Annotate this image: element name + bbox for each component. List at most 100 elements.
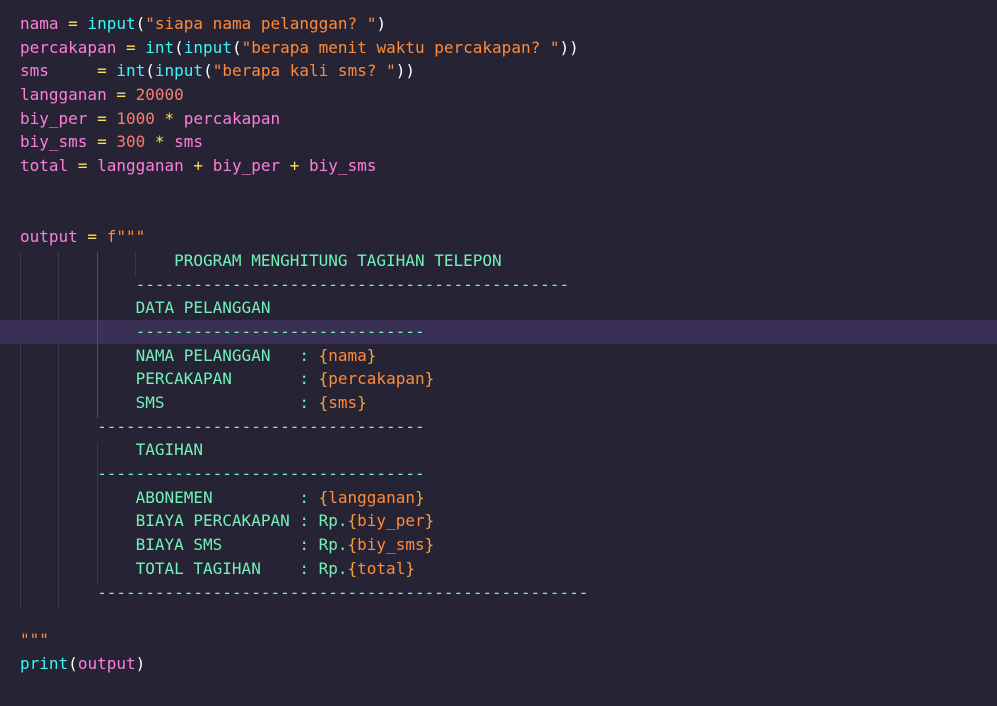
- token-brace: }: [357, 393, 367, 412]
- token-fstring-text: PROGRAM MENGHITUNG TAGIHAN TELEPON: [20, 250, 502, 270]
- code-line-5[interactable]: biy_per = 1000 * percakapan: [20, 107, 588, 131]
- code-line-23[interactable]: BIAYA SMS : Rp.{biy_sms}: [20, 533, 588, 557]
- token-operator: =: [87, 108, 117, 128]
- indent-guide: [135, 252, 136, 276]
- code-line-11[interactable]: PROGRAM MENGHITUNG TAGIHAN TELEPON: [20, 249, 588, 273]
- token-paren: ): [135, 653, 146, 673]
- token-number: 300: [116, 132, 146, 152]
- token-operator: *: [145, 132, 175, 152]
- token-interpolation: sms: [328, 393, 358, 412]
- token-fstring-text: NAMA PELANGGAN :: [20, 345, 319, 365]
- token-variable: nama: [20, 14, 59, 33]
- token-interpolation: biy_per: [357, 511, 425, 531]
- token-string: "berapa menit waktu percakapan? ": [241, 37, 560, 57]
- token-brace: {: [347, 535, 358, 555]
- token-brace: {: [318, 345, 329, 365]
- token-number: 1000: [116, 108, 155, 128]
- token-operator: =: [58, 14, 88, 33]
- code-line-20[interactable]: ----------------------------------: [20, 462, 588, 486]
- token-variable: output: [20, 227, 78, 247]
- code-line-14-current[interactable]: ------------------------------: [0, 319, 997, 344]
- code-line-9[interactable]: [20, 202, 588, 226]
- code-line-22[interactable]: BIAYA PERCAKAPAN : Rp.{biy_per}: [20, 509, 588, 533]
- token-paren: (: [68, 653, 78, 673]
- token-paren: )): [559, 37, 579, 57]
- code-line-13[interactable]: DATA PELANGGAN: [20, 296, 588, 320]
- code-line-3[interactable]: sms = int(input("berapa kali sms? ")): [20, 59, 588, 83]
- token-variable: sms: [20, 61, 49, 81]
- token-brace: }: [405, 558, 415, 578]
- token-paren: (: [174, 37, 184, 57]
- token-function: input: [154, 61, 204, 81]
- code-line-6[interactable]: biy_sms = 300 * sms: [20, 130, 588, 154]
- token-variable: percakapan: [183, 108, 281, 128]
- code-line-25[interactable]: ----------------------------------------…: [20, 581, 588, 605]
- token-fstring-text: ----------------------------------: [20, 416, 425, 436]
- code-line-17[interactable]: SMS : {sms}: [20, 391, 588, 415]
- token-variable: biy_per: [20, 108, 88, 128]
- code-line-19[interactable]: TAGIHAN: [20, 438, 588, 462]
- token-function: input: [183, 37, 232, 57]
- token-variable: biy_sms: [20, 132, 88, 152]
- token-function: int: [116, 61, 146, 81]
- token-interpolation: langganan: [328, 487, 415, 507]
- code-line-8[interactable]: [20, 178, 588, 202]
- token-number: 20000: [135, 85, 184, 105]
- token-paren: )): [395, 61, 415, 81]
- token-paren: (: [231, 37, 242, 57]
- token-operator: +: [183, 156, 213, 176]
- indent-guide: [20, 252, 21, 608]
- token-variable: biy_per: [212, 156, 281, 176]
- code-line-16[interactable]: PERCAKAPAN : {percakapan}: [20, 367, 588, 391]
- token-variable: biy_sms: [309, 156, 377, 176]
- token-string: "berapa kali sms? ": [212, 61, 396, 81]
- code-line-15[interactable]: NAMA PELANGGAN : {nama}: [20, 344, 588, 368]
- token-fstring-close: """: [20, 629, 49, 649]
- code-line-27[interactable]: """: [20, 628, 588, 652]
- token-interpolation: total: [357, 558, 406, 578]
- code-line-24[interactable]: TOTAL TAGIHAN : Rp.{total}: [20, 557, 588, 581]
- code-line-7[interactable]: total = langganan + biy_per + biy_sms: [20, 154, 588, 178]
- code-line-12[interactable]: ----------------------------------------…: [20, 273, 588, 297]
- token-fstring-text: ABONEMEN :: [20, 487, 319, 507]
- token-interpolation: biy_sms: [357, 535, 425, 555]
- token-operator: =: [106, 85, 136, 105]
- token-fstring-text: PERCAKAPAN :: [20, 369, 319, 389]
- code-editor[interactable]: nama = input("siapa nama pelanggan? ") p…: [0, 0, 997, 706]
- code-line-21[interactable]: ABONEMEN : {langganan}: [20, 486, 588, 510]
- code-area[interactable]: nama = input("siapa nama pelanggan? ") p…: [0, 12, 997, 676]
- token-interpolation: percakapan: [328, 369, 425, 389]
- token-brace: {: [318, 487, 329, 507]
- token-operator: =: [77, 227, 107, 247]
- indent-guide: [58, 252, 59, 608]
- token-fstring-text: TOTAL TAGIHAN : Rp.: [20, 558, 348, 578]
- token-fstring-text: ----------------------------------------…: [20, 582, 589, 602]
- code-line-26[interactable]: [20, 604, 588, 628]
- token-fstring-text: ------------------------------: [20, 321, 425, 341]
- code-line-18[interactable]: ----------------------------------: [20, 415, 588, 439]
- token-string: "siapa nama pelanggan? ": [145, 14, 377, 33]
- token-paren: ): [376, 14, 387, 33]
- token-variable: langganan: [97, 156, 184, 176]
- code-line-28[interactable]: print(output): [20, 652, 588, 676]
- token-function: int: [145, 37, 175, 57]
- token-brace: {: [318, 369, 329, 389]
- token-interpolation: nama: [328, 345, 367, 365]
- token-fstring-text: ----------------------------------------…: [20, 274, 570, 294]
- code-line-10[interactable]: output = f""": [20, 225, 588, 249]
- token-operator: =: [68, 156, 98, 176]
- token-operator: +: [280, 156, 310, 176]
- token-brace: }: [366, 345, 377, 365]
- token-brace: {: [347, 558, 358, 578]
- code-line-4[interactable]: langganan = 20000: [20, 83, 588, 107]
- token-brace: }: [424, 369, 435, 389]
- token-paren: (: [203, 61, 213, 81]
- indent-guide-active: [97, 252, 98, 418]
- token-brace: }: [414, 487, 425, 507]
- token-variable: output: [77, 653, 136, 673]
- code-line-1[interactable]: nama = input("siapa nama pelanggan? "): [20, 12, 588, 36]
- token-variable: total: [20, 156, 69, 176]
- token-brace: }: [424, 511, 435, 531]
- code-line-2[interactable]: percakapan = int(input("berapa menit wak…: [20, 36, 588, 60]
- token-variable: sms: [174, 132, 204, 152]
